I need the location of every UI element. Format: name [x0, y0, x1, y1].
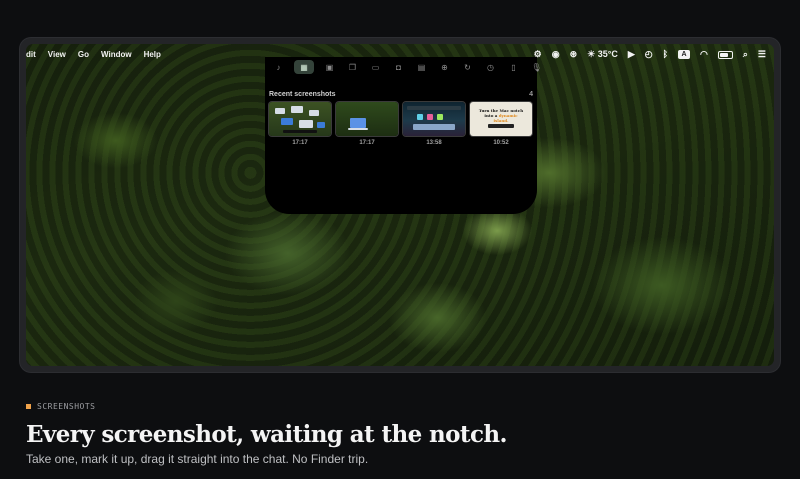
wifi-icon[interactable]: ◠ [700, 49, 708, 60]
screenshot-time: 17:17 [292, 140, 308, 146]
menu-window[interactable]: Window [101, 50, 132, 59]
input-source-icon[interactable]: A [678, 50, 691, 59]
screenshot-thumbnail[interactable]: Turn the Mac notch into a dynamic island… [470, 102, 532, 136]
menu-view[interactable]: View [48, 50, 66, 59]
sync-icon[interactable]: ↻ [460, 60, 475, 74]
battery-icon[interactable] [717, 50, 733, 59]
screenshot-item[interactable]: 17:17 [269, 102, 331, 146]
lock-icon[interactable]: ⊛ [570, 49, 578, 60]
section-title: Recent screenshots [269, 91, 336, 98]
notch-panel: ♪ ▦ ▣ ❐ ▭ ◘ ▤ ⊕ ↻ ◷ ▯ 🎙 Recent screensho… [265, 57, 542, 214]
subheadline: Take one, mark it up, drag it straight i… [26, 452, 369, 466]
screenshot-thumbnail[interactable] [336, 102, 398, 136]
menu-edit[interactable]: dit [26, 50, 36, 59]
control-center-icon[interactable]: ☰ [758, 49, 766, 60]
clipboard-icon[interactable]: ▣ [322, 60, 337, 74]
screenshot-count: 4 [529, 91, 533, 98]
screenshot-item[interactable]: 17:17 [336, 102, 398, 146]
accent-square-icon [26, 404, 31, 409]
download-icon[interactable]: ⊕ [437, 60, 452, 74]
screenshot-time: 13:58 [426, 140, 442, 146]
headline: Every screenshot, waiting at the notch. [26, 421, 507, 448]
screenshot-time: 17:17 [359, 140, 375, 146]
recent-screenshots-header: Recent screenshots 4 [269, 91, 533, 98]
bluetooth-icon[interactable]: ᛒ [663, 49, 668, 60]
screenshot-list: 17:17 17:17 13:58 Turn the Mac notch int… [269, 102, 532, 146]
camera-menu-icon[interactable]: ◉ [552, 49, 560, 60]
notch-tab-bar: ♪ ▦ ▣ ❐ ▭ ◘ ▤ ⊕ ↻ ◷ ▯ 🎙 [271, 60, 544, 74]
app-menus: dit View Go Window Help [26, 50, 161, 59]
notes-icon[interactable]: ▯ [506, 60, 521, 74]
screenshot-time: 10:52 [493, 140, 509, 146]
eyebrow-label: SCREENSHOTS [37, 402, 96, 411]
menu-help[interactable]: Help [144, 50, 161, 59]
status-items: ⚙ ◉ ⊛ ☀ 35°C ▶ ◴ ᛒ A ◠ ⌕ ☰ [534, 49, 766, 60]
macbook-screen-frame: dit View Go Window Help ⚙ ◉ ⊛ ☀ 35°C ▶ ◴… [20, 38, 780, 372]
screenshot-thumbnail[interactable] [269, 102, 331, 136]
temperature-label: 35°C [597, 49, 618, 59]
music-note-icon[interactable]: ♪ [271, 60, 286, 74]
search-icon[interactable]: ⌕ [743, 49, 748, 60]
time-machine-icon[interactable]: ◴ [645, 49, 653, 60]
play-icon[interactable]: ▶ [628, 49, 635, 60]
weather-item[interactable]: ☀ 35°C [587, 49, 618, 60]
desktop-wallpaper: dit View Go Window Help ⚙ ◉ ⊛ ☀ 35°C ▶ ◴… [26, 44, 774, 366]
screenshot-thumbnail[interactable] [403, 102, 465, 136]
thumbnail-headline: Turn the Mac notch into a dynamic island… [478, 108, 524, 123]
image-icon[interactable]: ▭ [368, 60, 383, 74]
section-eyebrow: SCREENSHOTS [26, 402, 95, 411]
microphone-icon[interactable]: 🎙 [529, 60, 544, 74]
clock-icon[interactable]: ◷ [483, 60, 498, 74]
calendar-icon[interactable]: ▤ [414, 60, 429, 74]
screenshot-item[interactable]: Turn the Mac notch into a dynamic island… [470, 102, 532, 146]
screenshots-icon[interactable]: ▦ [294, 60, 314, 74]
camera-icon[interactable]: ◘ [391, 60, 406, 74]
screenshot-item[interactable]: 13:58 [403, 102, 465, 146]
files-icon[interactable]: ❐ [345, 60, 360, 74]
sun-icon: ☀ [587, 49, 596, 59]
menu-go[interactable]: Go [78, 50, 89, 59]
thumbnail-button [488, 124, 514, 128]
